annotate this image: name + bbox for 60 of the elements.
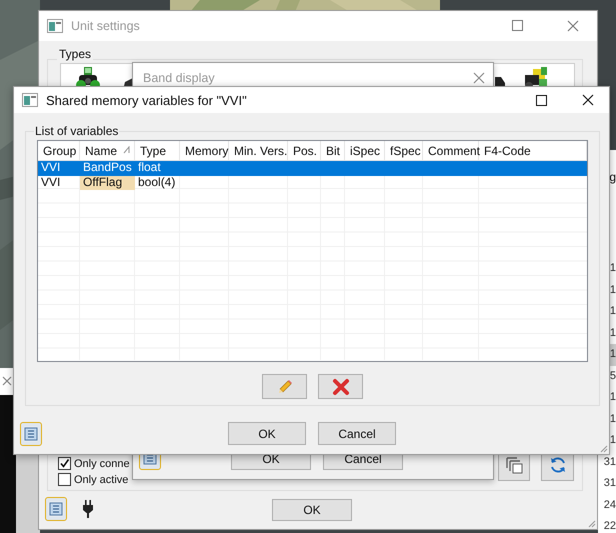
- window-icon: [47, 19, 63, 33]
- resize-grip-icon[interactable]: [586, 518, 596, 528]
- table-cell-text: float: [137, 161, 162, 176]
- value-cell-text: 1: [608, 433, 616, 448]
- value-cell-text: 31: [602, 454, 616, 470]
- column-header[interactable]: Bit: [321, 141, 345, 160]
- list-icon: [23, 426, 39, 442]
- table-row[interactable]: VVI OffFlag bool(4): [38, 176, 587, 190]
- group-label: Types: [57, 47, 94, 61]
- value-cell-text: 1: [608, 282, 616, 298]
- ok-button[interactable]: OK: [228, 422, 306, 446]
- table-cell-text: VVI: [40, 161, 62, 176]
- list-icon: [48, 501, 64, 517]
- value-cell-text: 1: [608, 326, 616, 340]
- checkbox-label: Only conne: [74, 458, 130, 470]
- value-cell-text: 5: [608, 368, 616, 384]
- column-header[interactable]: fSpec: [385, 141, 423, 160]
- table-cell-text: VVI: [40, 176, 62, 190]
- cancel-button[interactable]: Cancel: [318, 422, 396, 446]
- value-cell-text: 22: [602, 519, 616, 533]
- value-cell-text: 1: [608, 304, 616, 319]
- value-cell-text: 31: [602, 476, 616, 491]
- copy-icon: [505, 456, 523, 474]
- column-header[interactable]: Pos.: [288, 141, 321, 160]
- checkbox[interactable]: [58, 457, 71, 470]
- column-header[interactable]: Type: [135, 141, 180, 160]
- table-row[interactable]: VVI BandPos float: [38, 161, 587, 176]
- column-header: g: [609, 170, 616, 184]
- table-cell-text: bool(4): [137, 176, 176, 190]
- column-header[interactable]: Memory: [180, 141, 229, 160]
- close-icon[interactable]: [582, 94, 594, 106]
- ok-button[interactable]: OK: [272, 499, 352, 521]
- window-title: Band display: [143, 71, 215, 85]
- window-title: Shared memory variables for "VVI": [46, 92, 247, 108]
- table-cell: OffFlag: [80, 176, 135, 190]
- window-title: Unit settings: [71, 19, 140, 33]
- column-header[interactable]: F4-Code: [479, 141, 587, 160]
- value-cell-text: 24: [602, 498, 616, 512]
- checkbox-label: Only active: [74, 474, 128, 486]
- delete-button[interactable]: [318, 374, 363, 400]
- table-cell-text: BandPos: [82, 161, 133, 176]
- value-cell-text: 1: [608, 390, 616, 405]
- column-header[interactable]: Name: [80, 141, 135, 160]
- plug-icon: [83, 500, 93, 518]
- pencil-icon: [276, 378, 292, 395]
- window-icon: [22, 93, 38, 108]
- layout-button[interactable]: [45, 497, 67, 521]
- resize-grip-icon[interactable]: [598, 443, 608, 453]
- column-header[interactable]: iSpec: [345, 141, 385, 160]
- checkbox[interactable]: [58, 473, 71, 486]
- column-header[interactable]: Min. Vers.: [229, 141, 288, 160]
- column-header[interactable]: Group: [38, 141, 80, 160]
- layout-button[interactable]: [20, 422, 42, 446]
- maximize-icon[interactable]: [536, 94, 547, 106]
- value-cell-text: 1: [608, 261, 616, 276]
- column-header[interactable]: Comment: [423, 141, 479, 160]
- value-cell-text: 1: [608, 412, 616, 426]
- group-label: List of variables: [34, 124, 120, 138]
- delete-icon: [332, 378, 350, 396]
- sort-icon: [123, 146, 130, 154]
